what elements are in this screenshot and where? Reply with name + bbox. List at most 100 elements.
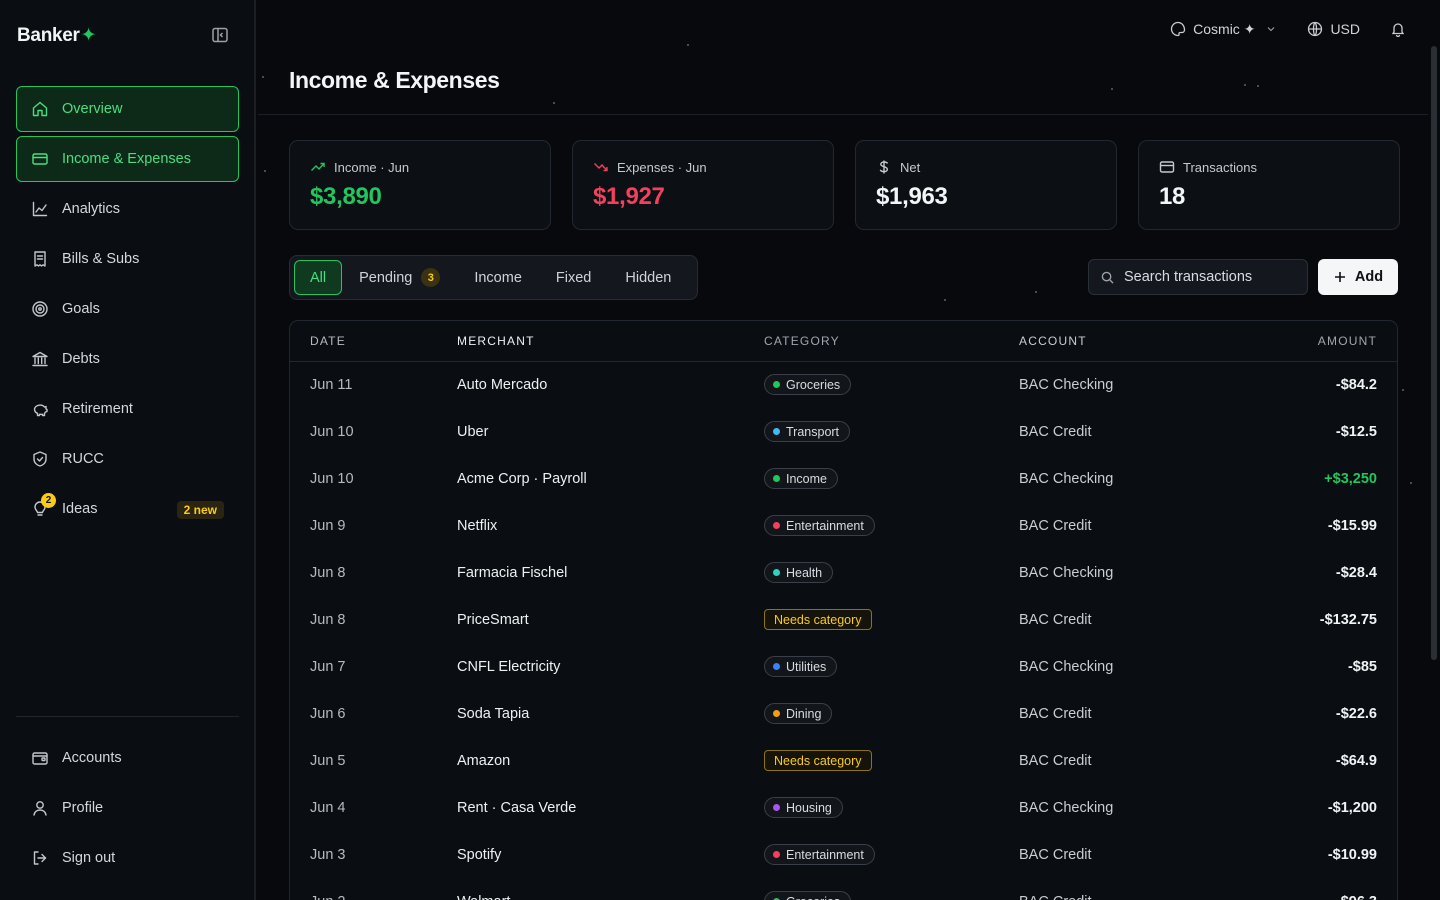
sidebar-item-bills-subs[interactable]: Bills & Subs [16, 236, 239, 282]
brand-sparkle-icon: ✦ [80, 25, 97, 46]
category-pill[interactable]: Groceries [764, 374, 852, 396]
theme-selector[interactable]: Cosmic ✦ [1170, 21, 1277, 38]
sidebar-item-rucc[interactable]: RUCC [16, 436, 239, 482]
tab-fixed[interactable]: Fixed [539, 260, 608, 295]
sidebar-item-analytics[interactable]: Analytics [16, 186, 239, 232]
category-cell: Transport [764, 408, 1019, 455]
add-transaction-button[interactable]: Add [1318, 259, 1398, 295]
tab-label: Pending [359, 269, 413, 286]
account-cell: BAC Credit [1019, 517, 1092, 534]
merchant-cell: Spotify [457, 846, 502, 863]
amount-cell: -$84.2 [1335, 376, 1377, 393]
search-input[interactable] [1124, 269, 1294, 285]
account-cell: BAC Checking [1019, 799, 1114, 816]
category-label: Needs category [774, 753, 862, 768]
globe-icon [1308, 21, 1323, 37]
add-button-label: Add [1354, 269, 1384, 285]
ideas-count-badge: 2 [41, 493, 56, 508]
table-row[interactable]: Jun 4 Rent · Casa Verde Housing BAC Checkin… [290, 784, 1397, 831]
page-title: Income & Expenses [289, 67, 500, 93]
net-stat-card[interactable]: Net $1,963 [855, 140, 1117, 230]
table-row[interactable]: Jun 11 Auto Mercado Groceries BAC Checking -… [290, 361, 1397, 408]
tab-income[interactable]: Income [457, 260, 539, 295]
category-pill[interactable]: Groceries [764, 891, 852, 900]
tab-all[interactable]: All [294, 260, 343, 295]
table-row[interactable]: Jun 6 Soda Tapia Dining BAC Credit -$22.6 [290, 690, 1397, 737]
table-row[interactable]: Jun 10 Acme Corp · Payroll Income BAC Check… [290, 455, 1397, 502]
sidebar-item-ideas[interactable]: Ideas 2 2 new [16, 486, 239, 532]
category-cell: Health [764, 549, 1019, 596]
table-row[interactable]: Jun 7 CNFL Electricity Utilities BAC Checki… [290, 643, 1397, 690]
needs-category-badge[interactable]: Needs category [764, 750, 872, 771]
table-row[interactable]: Jun 2Walmart Groceries BAC Credit-$96.3 [290, 878, 1397, 900]
sidebar-item-label: Bills & Subs [62, 251, 140, 267]
currency-selector[interactable]: USD [1307, 21, 1360, 37]
page-scrollbar[interactable] [1431, 46, 1437, 660]
category-pill[interactable]: Housing [764, 797, 843, 818]
table-row[interactable]: Jun 8 PriceSmart Needs category BAC Credit -… [290, 596, 1397, 643]
category-pill[interactable]: Entertainment [764, 515, 875, 536]
category-label: Entertainment [786, 847, 864, 862]
table-row[interactable]: Jun 5 Amazon Needs category BAC Credit -$64.… [290, 737, 1397, 784]
table-row[interactable]: Jun 9 Netflix Entertainment BAC Credit -$15.… [290, 502, 1397, 549]
sidebar: Banker✦ Overview Income & Expenses Analyti… [0, 0, 256, 900]
sidebar-item-goals[interactable]: Goals [16, 286, 239, 332]
column-header-date[interactable]: DATE [290, 321, 457, 362]
category-pill[interactable]: Dining [764, 703, 833, 724]
sidebar-item-accounts[interactable]: Accounts [16, 735, 239, 781]
user-icon [31, 799, 49, 817]
sidebar-item-debts[interactable]: Debts [16, 336, 239, 382]
sidebar-item-income-expenses[interactable]: Income & Expenses [16, 136, 239, 182]
category-pill[interactable]: Health [764, 562, 834, 583]
category-color-dot [773, 381, 780, 389]
sidebar-collapse-icon[interactable] [211, 26, 229, 44]
category-cell: Dining [764, 690, 1019, 737]
column-header-amount[interactable]: AMOUNT [1249, 321, 1397, 362]
filter-tabs: All Pending 3 Income Fixed Hidden [289, 255, 698, 300]
table-row[interactable]: Jun 10 Uber Transport BAC Credit -$12.5 [290, 408, 1397, 455]
income-stat-card[interactable]: Income · Jun $3,890 [289, 140, 551, 230]
category-label: Groceries [786, 895, 840, 900]
transactions-stat-card[interactable]: Transactions 18 [1138, 140, 1400, 230]
sidebar-item-profile[interactable]: Profile [16, 785, 239, 831]
needs-category-badge[interactable]: Needs category [764, 609, 872, 630]
category-pill[interactable]: Income [764, 468, 838, 489]
date-cell: Jun 4 [310, 799, 346, 816]
amount-cell: -$12.5 [1335, 423, 1377, 440]
search-box[interactable] [1088, 259, 1308, 295]
sidebar-item-label: Sign out [62, 850, 116, 866]
sidebar-item-label: Retirement [62, 401, 133, 417]
category-pill[interactable]: Transport [764, 421, 851, 442]
tab-pending[interactable]: Pending 3 [342, 260, 457, 295]
theme-label: Cosmic ✦ [1193, 20, 1256, 37]
table-row[interactable]: Jun 8 Farmacia Fischel Health BAC Checking -… [290, 549, 1397, 596]
sidebar-item-label: Ideas [62, 501, 98, 517]
sidebar-item-label: Goals [62, 301, 100, 317]
merchant-cell: PriceSmart [457, 611, 529, 628]
expenses-stat-card[interactable]: Expenses · Jun $1,927 [572, 140, 834, 230]
column-header-merchant[interactable]: MERCHANT [457, 321, 764, 362]
target-icon [31, 300, 49, 318]
merchant-cell: Rent · Casa Verde [457, 799, 577, 816]
sign-out-icon [31, 849, 49, 867]
category-pill[interactable]: Utilities [764, 656, 838, 677]
brand-logo[interactable]: Banker✦ [17, 24, 97, 47]
amount-cell: -$64.9 [1335, 752, 1377, 769]
sidebar-item-retirement[interactable]: Retirement [16, 386, 239, 432]
category-label: Housing [786, 800, 832, 815]
sidebar-item-label: Analytics [62, 201, 121, 217]
amount-cell: -$28.4 [1335, 564, 1377, 581]
plus-icon [1334, 272, 1345, 282]
column-header-category[interactable]: CATEGORY [764, 321, 1019, 362]
category-label: Transport [786, 424, 840, 439]
table-row[interactable]: Jun 3 Spotify Entertainment BAC Credit -$10.… [290, 831, 1397, 878]
category-pill[interactable]: Entertainment [764, 844, 875, 865]
currency-label: USD [1330, 21, 1360, 37]
date-cell: Jun 8 [310, 564, 346, 581]
column-header-account[interactable]: ACCOUNT [1019, 321, 1249, 362]
tab-hidden[interactable]: Hidden [608, 260, 688, 295]
date-cell: Jun 8 [310, 611, 346, 628]
sidebar-item-sign-out[interactable]: Sign out [16, 835, 239, 881]
sidebar-item-overview[interactable]: Overview [16, 86, 239, 132]
notifications-button[interactable] [1390, 21, 1406, 37]
